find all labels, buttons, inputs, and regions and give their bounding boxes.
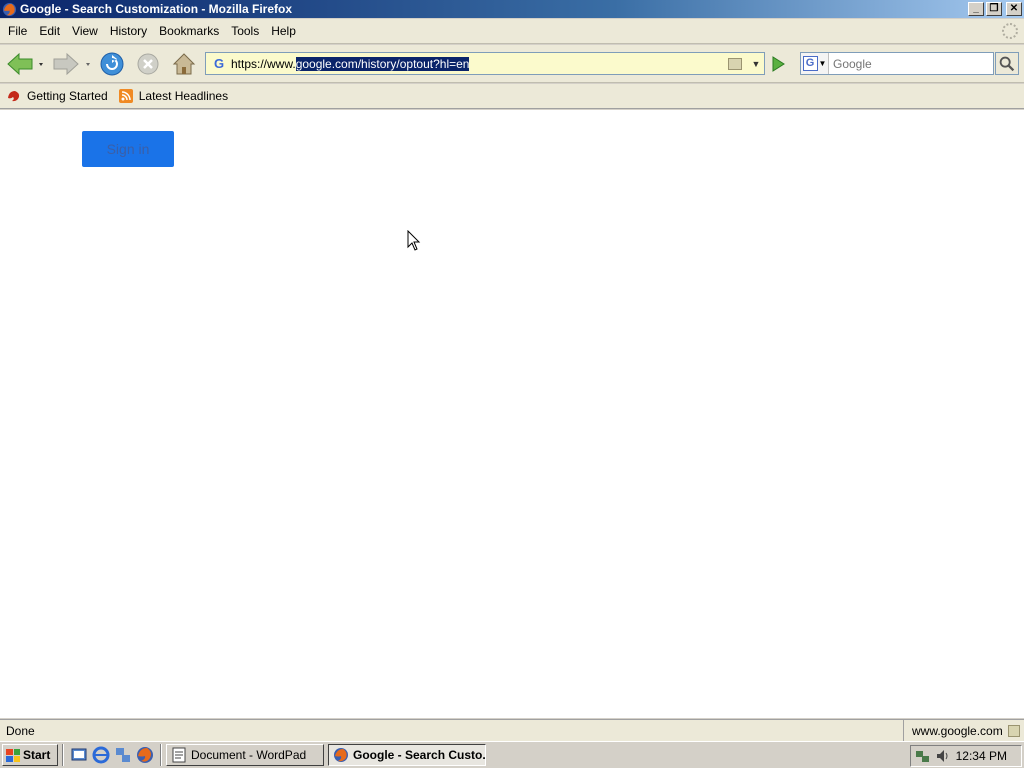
status-bar: Done www.google.com [0,719,1024,741]
clock[interactable]: 12:34 PM [956,749,1007,763]
minimize-button[interactable]: _ [968,2,984,16]
bookmark-getting-started[interactable]: Getting Started [6,88,108,104]
bookmark-label: Getting Started [27,89,108,103]
url-text[interactable]: https://www.google.com/history/optout?hl… [231,56,728,71]
search-box: G ▼ [800,52,994,75]
url-dropdown-icon[interactable]: ▼ [748,59,764,69]
taskbar: Start Document - WordPad Google - Search… [0,741,1024,768]
back-button[interactable] [6,51,46,77]
taskbar-separator [62,744,64,766]
status-text: Done [0,720,904,741]
firefox-bookmark-icon [8,91,20,102]
menu-bar: File Edit View History Bookmarks Tools H… [0,19,1024,44]
search-button[interactable] [995,52,1019,75]
system-tray: 12:34 PM [910,745,1022,767]
firefox-icon [2,2,17,16]
page-content: Sign in [0,110,1024,718]
menu-history[interactable]: History [104,24,153,38]
menu-tools[interactable]: Tools [225,24,265,38]
status-host: www.google.com [904,724,1024,738]
menu-help[interactable]: Help [265,24,302,38]
menu-file[interactable]: File [2,24,33,38]
url-selection: google.com/history/optout?hl=en [295,56,470,71]
stop-button[interactable] [134,51,162,77]
url-bar[interactable]: G https://www.google.com/history/optout?… [205,52,765,75]
throbber-icon [1002,23,1018,39]
status-host-label: www.google.com [912,723,1003,738]
internet-explorer-icon[interactable] [92,746,110,764]
network-icon[interactable] [114,746,132,764]
search-engine-selector[interactable]: G ▼ [801,53,829,74]
reload-button[interactable] [98,51,126,77]
google-favicon-icon: G [213,56,225,71]
rss-icon [118,89,133,103]
close-button[interactable]: ✕ [1006,2,1022,16]
start-button[interactable]: Start [2,744,58,766]
go-button[interactable] [768,54,788,74]
show-desktop-icon[interactable] [70,746,88,764]
forward-button[interactable] [52,51,94,77]
menu-edit[interactable]: Edit [33,24,66,38]
network-tray-icon[interactable] [915,748,931,764]
bookmark-label: Latest Headlines [138,89,229,103]
firefox-task-icon [334,748,348,762]
engine-dropdown-icon: ▼ [818,59,827,68]
status-lock-icon[interactable] [1008,724,1020,737]
task-label: Google - Search Custo... [353,748,486,762]
window-title: Google - Search Customization - Mozilla … [20,2,293,16]
window-titlebar[interactable]: Google - Search Customization - Mozilla … [0,0,1024,18]
windows-logo-icon [6,748,20,762]
sign-in-label: Sign in [106,141,150,157]
menu-view[interactable]: View [66,24,104,38]
search-input[interactable] [829,55,993,72]
wordpad-icon [172,747,186,763]
taskbar-separator [160,744,162,766]
restore-button[interactable]: ❐ [986,2,1002,16]
firefox-quicklaunch-icon[interactable] [136,746,154,764]
home-button[interactable] [170,51,198,77]
bookmark-latest-headlines[interactable]: Latest Headlines [118,88,228,104]
google-engine-icon: G [802,56,818,71]
bookmarks-toolbar: Getting Started Latest Headlines [0,84,1024,109]
task-label: Document - WordPad [191,748,307,762]
task-wordpad[interactable]: Document - WordPad [166,744,324,766]
task-firefox[interactable]: Google - Search Custo... [328,744,486,766]
menu-bookmarks[interactable]: Bookmarks [153,24,225,38]
mouse-cursor-icon [407,230,421,251]
volume-icon[interactable] [935,748,951,764]
start-label: Start [23,748,51,762]
lock-icon[interactable] [728,57,742,70]
sign-in-button[interactable]: Sign in [82,131,174,167]
